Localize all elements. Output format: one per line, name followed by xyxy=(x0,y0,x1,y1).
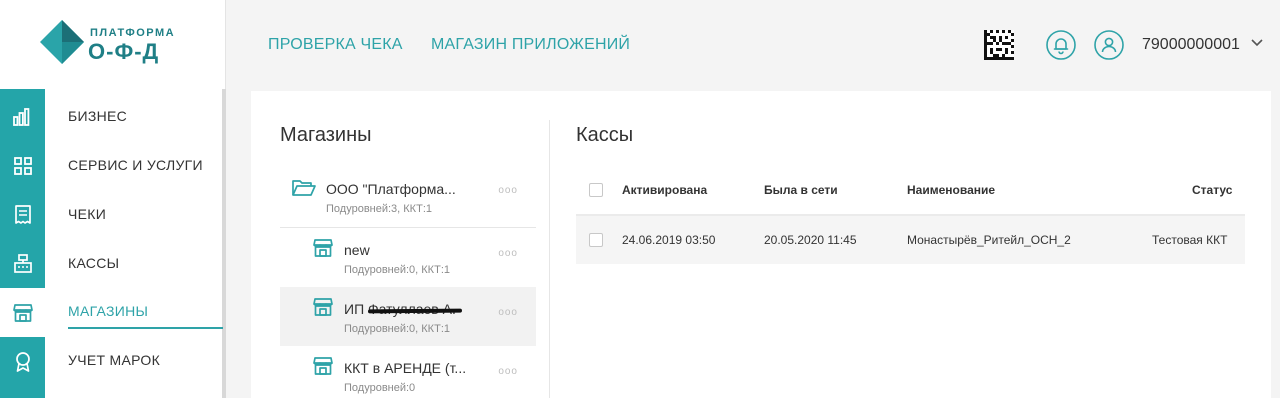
qr-code-icon[interactable] xyxy=(984,30,1014,60)
bell-icon[interactable] xyxy=(1046,30,1076,60)
main-card: Магазины ООО "Платформа... Подуровней:3,… xyxy=(251,91,1271,398)
shop-item[interactable]: new Подуровней:0, ККТ:1 ooo xyxy=(280,228,536,287)
menu-business[interactable]: БИЗНЕС xyxy=(68,108,127,124)
cell-status: Тестовая ККТ xyxy=(1152,233,1228,247)
icon-rail xyxy=(0,89,45,398)
column-name[interactable]: Наименование xyxy=(907,183,995,197)
shop-sublevels: Подуровней:0, ККТ:1 xyxy=(344,323,450,335)
rail-marks[interactable] xyxy=(0,337,45,386)
menu-stores[interactable]: МАГАЗИНЫ xyxy=(68,303,148,319)
redaction-scribble xyxy=(367,308,463,314)
side-menu: БИЗНЕС СЕРВИС И УСЛУГИ ЧЕКИ КАССЫ МАГАЗИ… xyxy=(45,89,226,398)
more-options-icon[interactable]: ooo xyxy=(498,307,518,318)
receipt-icon xyxy=(14,205,31,224)
logo-icon xyxy=(40,20,84,64)
column-status[interactable]: Статус xyxy=(1192,183,1232,197)
store-icon xyxy=(313,239,333,257)
shop-sublevels: Подуровней:0, ККТ:1 xyxy=(344,264,450,276)
chevron-down-icon[interactable] xyxy=(1251,39,1263,47)
more-options-icon[interactable]: ooo xyxy=(498,185,518,196)
logo-area[interactable]: ПЛАТФОРМА О-Ф-Д xyxy=(0,0,226,89)
registers-title: Кассы xyxy=(576,124,634,146)
store-icon xyxy=(12,303,33,322)
rail-stores[interactable] xyxy=(0,288,45,337)
cell-online: 20.05.2020 11:45 xyxy=(764,233,857,247)
user-icon[interactable] xyxy=(1094,30,1124,60)
shop-sublevels: Подуровней:3, ККТ:1 xyxy=(326,203,432,215)
menu-registers[interactable]: КАССЫ xyxy=(68,255,119,271)
column-online[interactable]: Была в сети xyxy=(764,183,838,197)
menu-receipts[interactable]: ЧЕКИ xyxy=(68,206,106,222)
more-options-icon[interactable]: ooo xyxy=(498,248,518,259)
shop-name: new xyxy=(344,242,370,258)
menu-marks[interactable]: УЧЕТ МАРОК xyxy=(68,352,160,368)
cash-register-icon xyxy=(13,254,32,273)
select-all-checkbox[interactable] xyxy=(589,183,603,197)
grid-icon xyxy=(13,156,32,175)
active-indicator xyxy=(68,327,223,329)
shop-item[interactable]: ККТ в АРЕНДЕ (т... Подуровней:0 ooo xyxy=(280,346,536,398)
cell-activated: 24.06.2019 03:50 xyxy=(622,233,716,247)
folder-open-icon xyxy=(292,180,316,196)
menu-services[interactable]: СЕРВИС И УСЛУГИ xyxy=(68,157,203,173)
shop-item[interactable]: ООО "Платформа... Подуровней:3, ККТ:1 oo… xyxy=(280,169,536,228)
panel-divider xyxy=(549,120,550,398)
nav-app-store[interactable]: МАГАЗИН ПРИЛОЖЕНИЙ xyxy=(431,36,630,54)
store-icon xyxy=(313,357,333,375)
rail-receipts[interactable] xyxy=(0,190,45,239)
rail-registers[interactable] xyxy=(0,239,45,288)
shop-name: ООО "Платформа... xyxy=(326,181,456,197)
logo-line1: ПЛАТФОРМА xyxy=(90,27,176,39)
shops-title: Магазины xyxy=(280,124,372,146)
store-icon xyxy=(313,298,333,316)
shop-sublevels: Подуровней:0 xyxy=(344,382,416,394)
user-account-menu[interactable]: 79000000001 xyxy=(1142,36,1240,54)
column-activated[interactable]: Активирована xyxy=(622,183,707,197)
top-header: ПРОВЕРКА ЧЕКА МАГАЗИН ПРИЛОЖЕНИЙ 7900000… xyxy=(226,0,1280,89)
bar-chart-icon xyxy=(12,107,29,126)
shop-item-selected[interactable]: ИП Фатуллаев А. Подуровней:0, ККТ:1 ooo xyxy=(280,287,536,346)
logo-line2: О-Ф-Д xyxy=(88,39,160,64)
nav-check-receipt[interactable]: ПРОВЕРКА ЧЕКА xyxy=(268,36,403,54)
more-options-icon[interactable]: ooo xyxy=(498,366,518,377)
shop-name: ККТ в АРЕНДЕ (т... xyxy=(344,360,467,376)
row-checkbox[interactable] xyxy=(589,233,603,247)
table-row[interactable]: 24.06.2019 03:50 20.05.2020 11:45 Монаст… xyxy=(576,216,1245,264)
rail-services[interactable] xyxy=(0,141,45,190)
award-icon xyxy=(15,351,30,372)
rail-business[interactable] xyxy=(0,92,45,141)
cell-name: Монастырёв_Ритейл_ОСН_2 xyxy=(907,233,1071,247)
